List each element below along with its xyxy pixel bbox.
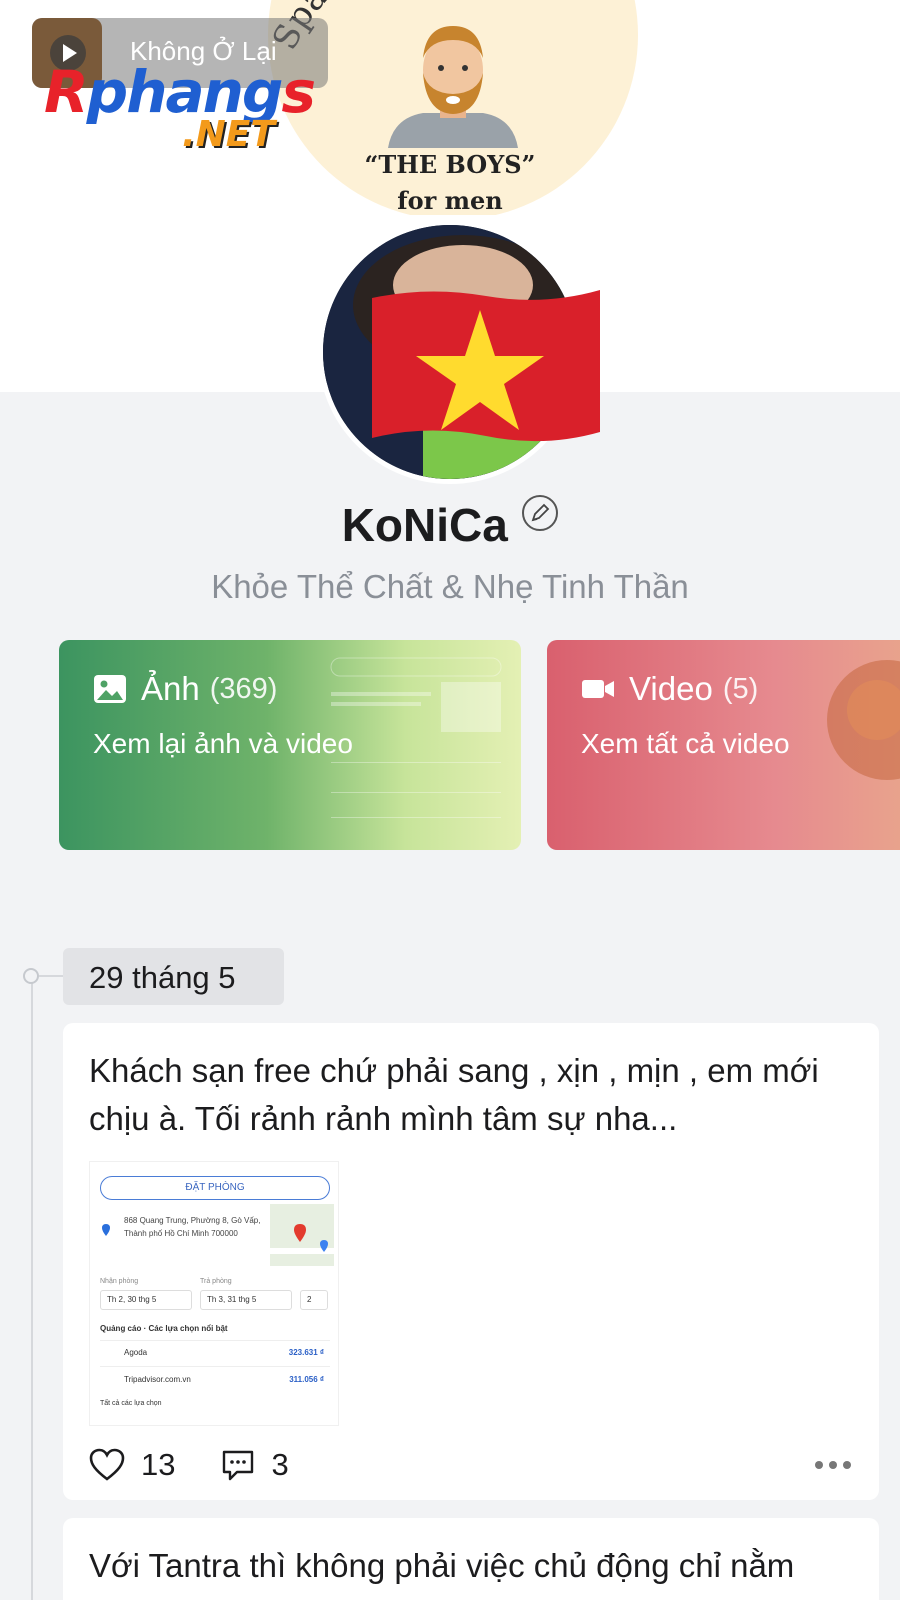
map-pin-icon <box>270 1224 334 1254</box>
guest-count: 2 <box>300 1290 328 1310</box>
videos-card-count: (5) <box>722 672 759 705</box>
checkout-date: Th 3, 31 thg 5 <box>200 1290 292 1310</box>
videos-card[interactable]: Video (5) Xem tất cả video <box>547 640 900 850</box>
profile-name: KoNiCa <box>341 499 508 551</box>
man-avatar-icon <box>388 26 518 148</box>
photos-card-label: Ảnh <box>141 670 200 707</box>
map-thumbnail <box>270 1204 334 1266</box>
timeline-connector <box>39 975 63 977</box>
like-button[interactable]: 13 <box>89 1447 175 1483</box>
ads-label: Quảng cáo · Các lựa chọn nổi bật <box>100 1324 228 1333</box>
post-text: Với Tantra thì không phải việc chủ động … <box>89 1547 795 1584</box>
comment-button[interactable]: 3 <box>221 1447 289 1483</box>
profile-name-row: KoNiCa <box>0 495 900 552</box>
offer-price: 323.631 ₫ <box>288 1348 324 1357</box>
divider <box>100 1366 330 1367</box>
post-card[interactable]: Với Tantra thì không phải việc chủ động … <box>63 1518 879 1600</box>
more-icon[interactable] <box>815 1461 851 1469</box>
photos-card-header: Ảnh (369) <box>93 670 277 708</box>
profile-bio: Khỏe Thể Chất & Nhẹ Tinh Thần <box>211 568 689 605</box>
timeline-date: 29 tháng 5 <box>63 948 284 1005</box>
post-actions: 13 3 <box>89 1441 859 1489</box>
watermark-domain: .NET <box>182 114 275 155</box>
timeline-dot <box>23 968 39 984</box>
post-text: Khách sạn free chứ phải sang , xịn , mịn… <box>89 1052 819 1137</box>
image-icon <box>94 675 126 703</box>
offer-name: Agoda <box>124 1348 148 1357</box>
edit-icon <box>531 503 550 522</box>
like-count: 13 <box>141 1447 176 1482</box>
video-camera-icon <box>582 680 614 698</box>
checkin-label: Nhận phòng <box>100 1278 139 1285</box>
checkin-date: Th 2, 30 thg 5 <box>100 1290 192 1310</box>
timeline-line <box>31 976 33 1600</box>
photos-card[interactable]: Ảnh (369) Xem lại ảnh và video <box>59 640 521 850</box>
all-options-label: Tất cả các lựa chọn <box>100 1400 162 1407</box>
checkout-label: Trả phòng <box>200 1278 232 1285</box>
videos-card-thumbnail <box>827 660 900 780</box>
videos-card-label: Video <box>629 670 713 707</box>
booking-button: ĐẶT PHÒNG <box>100 1176 330 1200</box>
cover-subtitle: for men <box>397 186 503 215</box>
comment-count: 3 <box>271 1447 289 1482</box>
photos-card-count: (369) <box>209 672 278 705</box>
photos-card-subtitle: Xem lại ảnh và video <box>93 728 353 759</box>
offer-price: 311.056 ₫ <box>289 1375 324 1384</box>
cover-title: “THE BOYS” <box>364 150 536 179</box>
videos-card-subtitle: Xem tất cả video <box>581 728 790 759</box>
heart-icon <box>89 1448 125 1481</box>
booking-address: 868 Quang Trung, Phường 8, Gò Vấp, Thành… <box>124 1216 261 1238</box>
post-card[interactable]: Khách sạn free chứ phải sang , xịn , mịn… <box>63 1023 879 1500</box>
videos-card-header: Video (5) <box>581 670 758 708</box>
offer-name: Tripadvisor.com.vn <box>124 1375 191 1384</box>
post-image[interactable]: ĐẶT PHÒNG 868 Quang Trung, Phường 8, Gò … <box>89 1161 339 1426</box>
divider <box>100 1340 330 1341</box>
location-pin-icon <box>102 1224 110 1236</box>
edit-profile-button[interactable] <box>522 495 559 531</box>
comment-icon <box>223 1450 254 1481</box>
vietnam-flag-icon <box>372 290 600 442</box>
